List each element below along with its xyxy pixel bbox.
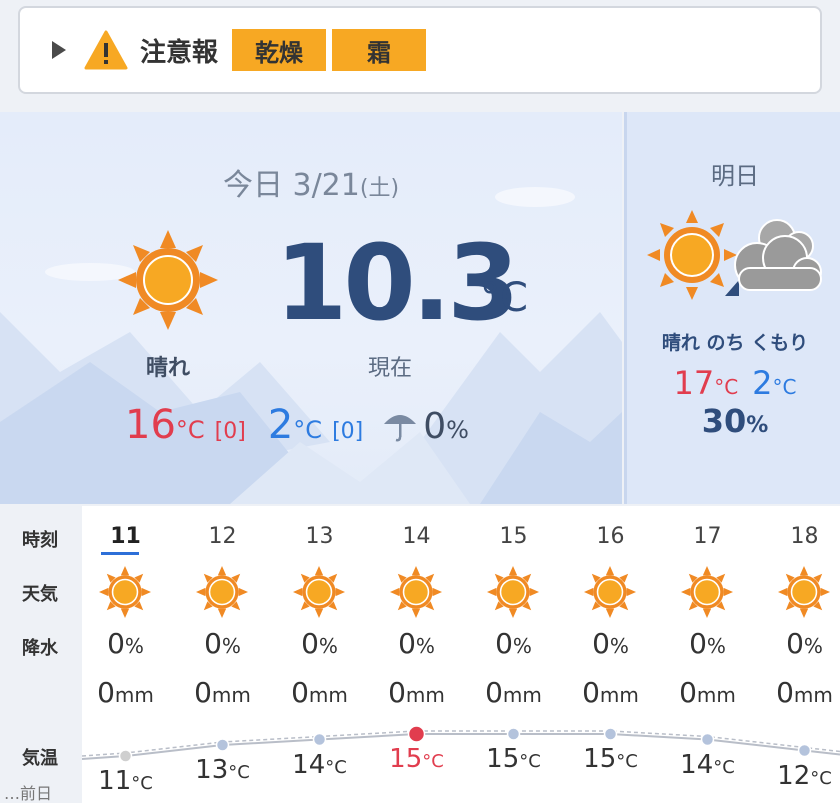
hour-temperature: 11°C — [98, 766, 153, 796]
hour-column: 18 0% 0mm 12°C — [756, 506, 840, 803]
hour-column: 15 0% 0mm 15°C — [465, 506, 562, 803]
hour-temperature: 15°C — [583, 744, 638, 774]
hour-label: 17 — [693, 524, 722, 549]
warning-badge-dry[interactable]: 乾燥 — [232, 29, 327, 71]
hour-temperature: 15°C — [389, 744, 444, 774]
today-weather-label: 晴れ — [145, 356, 190, 381]
row-labels: 時刻 天気 降水 気温 …前日 — [0, 506, 82, 803]
hour-label: 14 — [402, 524, 431, 549]
hour-rain-prob: 0% — [204, 627, 241, 660]
hour-temperature: 14°C — [680, 749, 735, 780]
today-dow: (土) — [359, 176, 400, 201]
hour-rain-prob: 0% — [786, 627, 823, 660]
hour-precip-mm: 0mm — [388, 676, 445, 709]
hour-column: 12 0% 0mm 13°C — [174, 506, 271, 803]
sun-icon — [681, 566, 733, 618]
hourly-forecast[interactable]: 時刻 天気 降水 気温 …前日 11 0% 0mm 11°C 12 0% 0mm 13°C 13… — [0, 506, 840, 803]
row-label-temp: 気温 — [22, 748, 58, 769]
hour-column: 16 0% 0mm 15°C — [562, 506, 659, 803]
hour-precip-mm: 0mm — [97, 676, 154, 709]
tomorrow-panel[interactable]: 明日 晴れ のち くもり 17°C 2°C 30% — [624, 112, 840, 504]
today-high: 16°C — [125, 402, 205, 448]
sun-then-cloud-icon — [647, 210, 822, 300]
tomorrow-high: 17°C — [673, 364, 739, 402]
hour-column: 14 0% 0mm 15°C — [368, 506, 465, 803]
sun-icon — [390, 566, 442, 618]
sun-icon — [487, 566, 539, 618]
hour-precip-mm: 0mm — [679, 676, 736, 709]
hour-rain-prob: 0% — [398, 627, 435, 660]
tomorrow-low: 2°C — [752, 364, 797, 402]
today-summary-row: 16°C [0] 2°C [0] 0% — [125, 402, 469, 448]
hour-column: 17 0% 0mm 14°C — [659, 506, 756, 803]
today-panel[interactable]: 今日 3/21(土) 晴れ 10.3 °C 現在 16°C [0] 2°C [0… — [0, 112, 622, 504]
hour-label: 15 — [499, 524, 528, 549]
now-label: 現在 — [367, 356, 412, 381]
warning-bar[interactable]: 注意報 乾燥 霜 — [18, 6, 822, 94]
hour-precip-mm: 0mm — [291, 676, 348, 709]
hour-temperature: 15°C — [486, 744, 541, 774]
sun-icon — [99, 566, 151, 618]
hour-precip-mm: 0mm — [582, 676, 639, 709]
warning-section: 注意報 乾燥 霜 — [0, 0, 840, 110]
hour-label: 13 — [305, 524, 334, 549]
today-low: 2°C — [267, 402, 323, 448]
today-high-diff: [0] — [214, 419, 246, 444]
tomorrow-title: 明日 — [711, 162, 759, 190]
today-rain-prob: 0% — [423, 406, 469, 447]
hour-column: 11 0% 0mm 11°C — [77, 506, 174, 803]
sun-icon — [118, 230, 218, 330]
tomorrow-weather-label: 晴れ のち くもり — [661, 332, 809, 354]
row-label-precip: 降水 — [22, 638, 58, 659]
hour-rain-prob: 0% — [301, 627, 338, 660]
warning-badge-frost[interactable]: 霜 — [332, 29, 427, 71]
hour-temperature: 12°C — [777, 760, 832, 791]
hour-column: 13 0% 0mm 14°C — [271, 506, 368, 803]
hour-rain-prob: 0% — [107, 627, 144, 660]
warning-triangle-icon — [84, 30, 128, 70]
tomorrow-temps: 17°C 2°C — [627, 364, 840, 402]
hour-label: 16 — [596, 524, 625, 549]
sun-icon — [196, 566, 248, 618]
sun-icon — [293, 566, 345, 618]
today-date: 今日 3/21(土) — [0, 160, 622, 204]
hour-rain-prob: 0% — [495, 627, 532, 660]
row-label-time: 時刻 — [22, 530, 58, 551]
sun-icon — [584, 566, 636, 618]
row-label-weather: 天気 — [22, 584, 58, 605]
sun-icon — [778, 566, 830, 618]
hour-rain-prob: 0% — [592, 627, 629, 660]
hour-label: 12 — [208, 524, 237, 549]
chevron-right-icon[interactable] — [52, 41, 66, 59]
tomorrow-rain-prob: 30% — [701, 402, 769, 440]
today-low-diff: [0] — [332, 419, 364, 444]
warning-title: 注意報 — [140, 37, 219, 68]
hour-label: 11 — [110, 524, 141, 549]
hour-precip-mm: 0mm — [485, 676, 542, 709]
umbrella-icon — [384, 415, 417, 442]
hour-precip-mm: 0mm — [194, 676, 251, 709]
current-hour-indicator — [101, 552, 139, 555]
hour-precip-mm: 0mm — [776, 676, 833, 709]
hour-temperature: 14°C — [292, 749, 347, 780]
hour-label: 18 — [790, 524, 819, 549]
hour-temperature: 13°C — [195, 755, 250, 785]
today-date-text: 今日 3/21 — [222, 168, 360, 203]
current-temperature-unit: °C — [480, 275, 528, 321]
prev-day-legend: …前日 — [4, 784, 53, 803]
hour-rain-prob: 0% — [689, 627, 726, 660]
